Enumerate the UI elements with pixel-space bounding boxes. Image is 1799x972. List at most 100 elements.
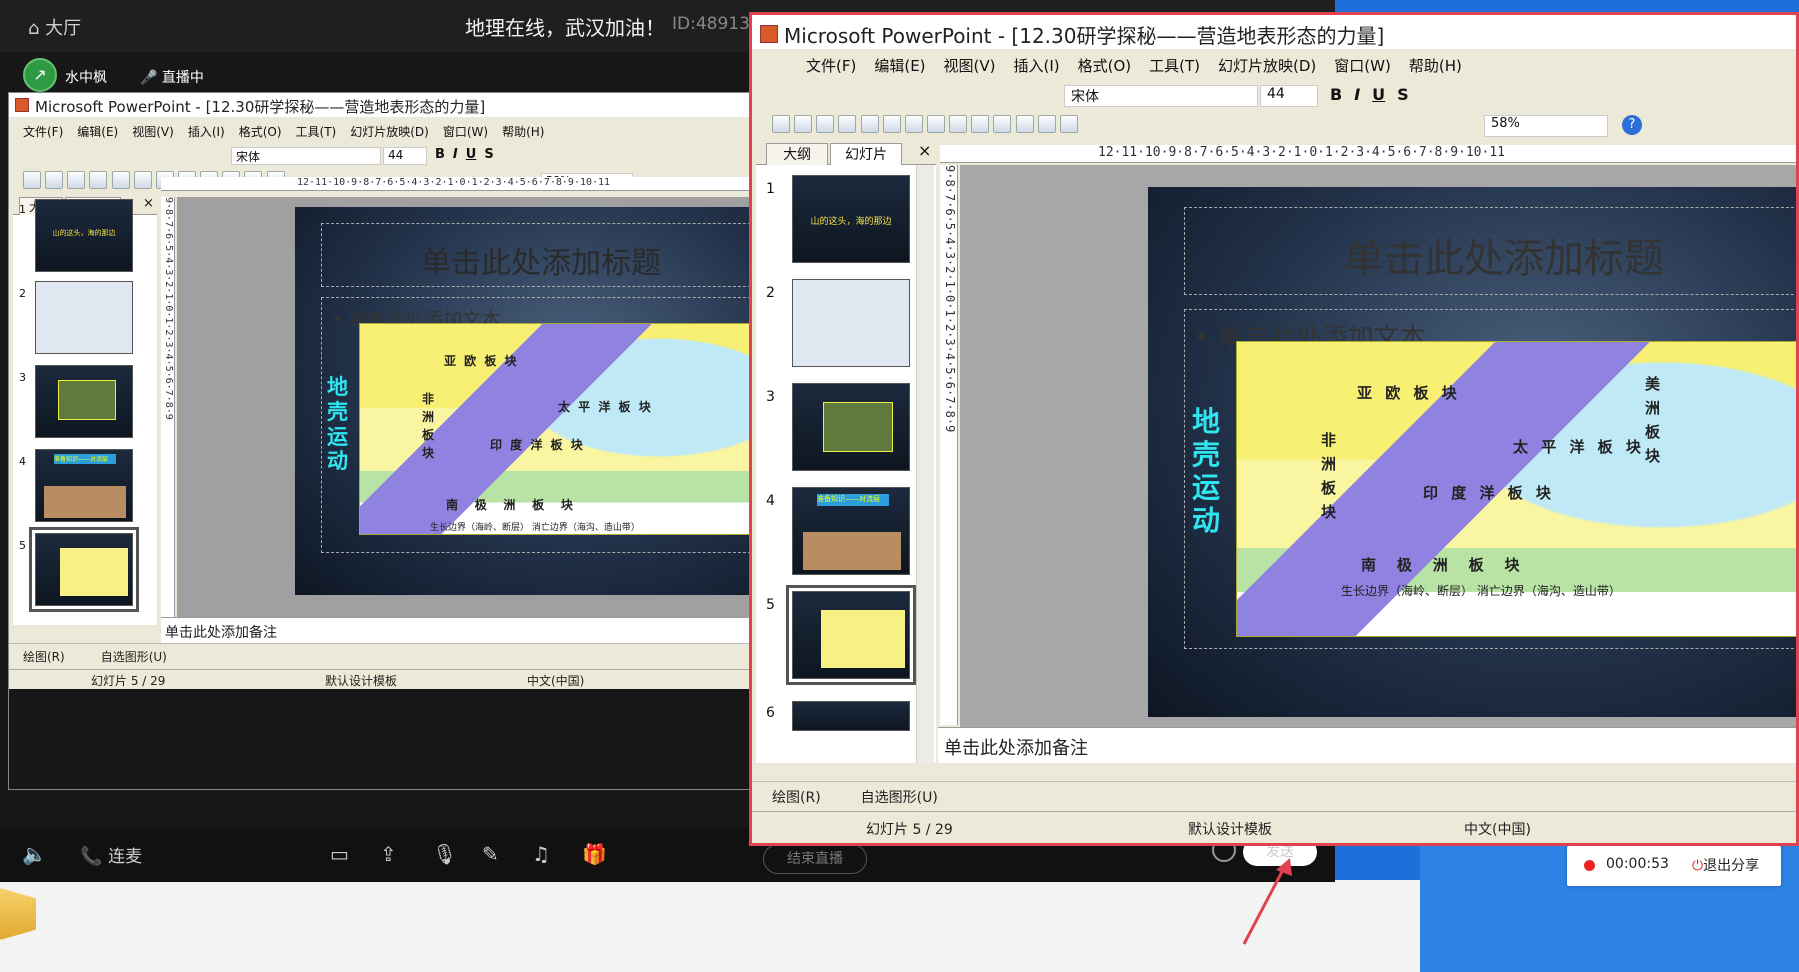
menu-insert[interactable]: 插入(I) bbox=[188, 123, 225, 140]
cut-icon[interactable] bbox=[882, 115, 901, 133]
menu-slideshow[interactable]: 幻灯片放映(D) bbox=[350, 123, 429, 140]
slide-thumbnail[interactable]: 山的这头，海的那边 bbox=[792, 175, 910, 263]
underline-button[interactable]: U bbox=[1372, 85, 1385, 104]
speaker-icon[interactable]: 🔈 bbox=[22, 842, 47, 866]
copy-icon[interactable] bbox=[904, 115, 923, 133]
save-icon[interactable] bbox=[816, 115, 835, 133]
cut-icon[interactable] bbox=[133, 171, 152, 189]
menu-view[interactable]: 视图(V) bbox=[132, 123, 174, 140]
italic-button[interactable]: I bbox=[1354, 85, 1360, 104]
shadow-button[interactable]: S bbox=[484, 147, 493, 162]
status-slide: 幻灯片 5 / 29 bbox=[866, 822, 953, 838]
gift-icon[interactable]: 🎁 bbox=[582, 842, 607, 866]
share-screen-icon[interactable]: ⇪ bbox=[380, 842, 397, 866]
redo-icon[interactable] bbox=[971, 115, 990, 133]
menu-slideshow[interactable]: 幻灯片放映(D) bbox=[1218, 55, 1316, 76]
slide-thumbnail[interactable]: 准备知识——对流层 bbox=[792, 487, 910, 575]
microphone-icon[interactable]: 🎙 bbox=[432, 842, 457, 866]
bold-button[interactable]: B bbox=[435, 147, 445, 162]
font-name-box[interactable]: 宋体 bbox=[231, 147, 381, 165]
avatar[interactable]: ↗ bbox=[23, 58, 57, 92]
grid-icon[interactable] bbox=[1037, 115, 1056, 133]
menu-tools[interactable]: 工具(T) bbox=[296, 123, 337, 140]
menu-help[interactable]: 帮助(H) bbox=[502, 123, 544, 140]
slide-thumbnail-selected[interactable] bbox=[29, 527, 139, 612]
shadow-button[interactable]: S bbox=[1397, 85, 1409, 104]
menu-file[interactable]: 文件(F) bbox=[806, 55, 856, 76]
close-icon[interactable]: × bbox=[918, 141, 931, 160]
title-placeholder[interactable]: 单击此处添加标题 bbox=[1184, 207, 1796, 295]
menu-edit[interactable]: 编辑(E) bbox=[77, 123, 118, 140]
chart-icon[interactable] bbox=[993, 115, 1012, 133]
vruler-text: 9·8·7·6·5·4·3·2·1·0·1·2·3·4·5·6·7·8·9 bbox=[163, 197, 174, 420]
menu-window[interactable]: 窗口(W) bbox=[443, 123, 488, 140]
camera-icon[interactable]: ▭ bbox=[330, 842, 349, 866]
menu-help[interactable]: 帮助(H) bbox=[1409, 55, 1462, 76]
notes-pane[interactable]: 单击此处添加备注 bbox=[161, 617, 755, 643]
slide-thumbnail[interactable] bbox=[792, 279, 910, 367]
italic-button[interactable]: I bbox=[453, 147, 458, 162]
font-size-box[interactable]: 44 bbox=[383, 147, 427, 165]
spellcheck-icon[interactable] bbox=[860, 115, 879, 133]
underline-button[interactable]: U bbox=[466, 147, 477, 162]
color-icon[interactable] bbox=[1059, 115, 1078, 133]
open-icon[interactable] bbox=[794, 115, 813, 133]
print-icon[interactable] bbox=[838, 115, 857, 133]
draw-menu[interactable]: 绘图(R) bbox=[23, 650, 65, 664]
new-icon[interactable] bbox=[23, 171, 41, 189]
menu-edit[interactable]: 编辑(E) bbox=[874, 55, 925, 76]
status-bar: 幻灯片 5 / 29 默认设计模板 中文(中国) bbox=[9, 669, 755, 689]
paste-icon[interactable] bbox=[926, 115, 945, 133]
table-icon[interactable] bbox=[1015, 115, 1034, 133]
tab-slides[interactable]: 幻灯片 bbox=[830, 143, 902, 165]
font-name-box[interactable]: 宋体 bbox=[1064, 85, 1258, 107]
notes-pane[interactable]: 单击此处添加备注 bbox=[938, 727, 1796, 763]
slide-thumbnail[interactable]: 山的这头，海的那边 bbox=[35, 199, 133, 272]
spellcheck-icon[interactable] bbox=[111, 171, 130, 189]
music-icon[interactable]: ♫ bbox=[532, 842, 550, 866]
status-language: 中文(中国) bbox=[527, 674, 585, 688]
new-icon[interactable] bbox=[772, 115, 790, 133]
font-name: 宋体 bbox=[1071, 89, 1099, 105]
slide-thumbnail[interactable] bbox=[792, 701, 910, 731]
slide-thumbnail-selected[interactable] bbox=[786, 585, 916, 685]
desktop-area bbox=[0, 880, 1420, 972]
menu-window[interactable]: 窗口(W) bbox=[1334, 55, 1391, 76]
autoshape-menu[interactable]: 自选图形(U) bbox=[101, 650, 167, 664]
edit-icon[interactable]: ✎ bbox=[482, 842, 499, 866]
lobby-link[interactable]: ⌂ 大厅 bbox=[28, 14, 81, 40]
live-status-label: 直播中 bbox=[161, 70, 204, 86]
slide-thumbnail[interactable] bbox=[35, 281, 133, 354]
menu-file[interactable]: 文件(F) bbox=[23, 123, 63, 140]
tab-outline[interactable]: 大纲 bbox=[766, 143, 828, 165]
menu-insert[interactable]: 插入(I) bbox=[1014, 55, 1060, 76]
phone-icon[interactable]: 📞 连麦 bbox=[80, 842, 142, 867]
slides-scrollbar[interactable] bbox=[916, 165, 934, 763]
title-placeholder[interactable]: 单击此处添加标题 bbox=[321, 223, 755, 287]
slide[interactable]: 单击此处添加标题 • 单击此处添加文本 地 壳 运 动 亚 欧 板 块 太 平 … bbox=[1148, 187, 1796, 717]
help-icon[interactable]: ? bbox=[1622, 115, 1642, 135]
slide[interactable]: 单击此处添加标题 • 单击此处添加文本 地 壳 运 动 亚 欧 板 块 太 平 … bbox=[295, 207, 755, 595]
exit-share-button[interactable]: ⏻退出分享 bbox=[1692, 855, 1759, 875]
end-live-button[interactable]: 结束直播 bbox=[763, 844, 867, 874]
bold-button[interactable]: B bbox=[1330, 85, 1342, 104]
save-icon[interactable] bbox=[67, 171, 86, 189]
slide-thumbnail[interactable] bbox=[35, 365, 133, 438]
print-icon[interactable] bbox=[89, 171, 108, 189]
menu-format[interactable]: 格式(O) bbox=[1078, 55, 1132, 76]
menu-tools[interactable]: 工具(T) bbox=[1149, 55, 1200, 76]
autoshape-menu[interactable]: 自选图形(U) bbox=[861, 790, 938, 806]
user-name: 水中枫 bbox=[65, 70, 107, 86]
zoom-box[interactable]: 58% bbox=[1484, 115, 1608, 137]
open-icon[interactable] bbox=[45, 171, 64, 189]
draw-menu[interactable]: 绘图(R) bbox=[772, 790, 821, 806]
slide-thumbnail[interactable]: 准备知识——对流层 bbox=[35, 449, 133, 522]
menu-view[interactable]: 视图(V) bbox=[944, 55, 996, 76]
font-size-box[interactable]: 44 bbox=[1260, 85, 1318, 107]
status-slide: 幻灯片 5 / 29 bbox=[91, 674, 166, 688]
undo-icon[interactable] bbox=[949, 115, 968, 133]
slide-thumbnail[interactable] bbox=[792, 383, 910, 471]
thumb-title: 准备知识——对流层 bbox=[817, 494, 889, 506]
close-icon[interactable]: × bbox=[143, 196, 154, 211]
menu-format[interactable]: 格式(O) bbox=[239, 123, 282, 140]
